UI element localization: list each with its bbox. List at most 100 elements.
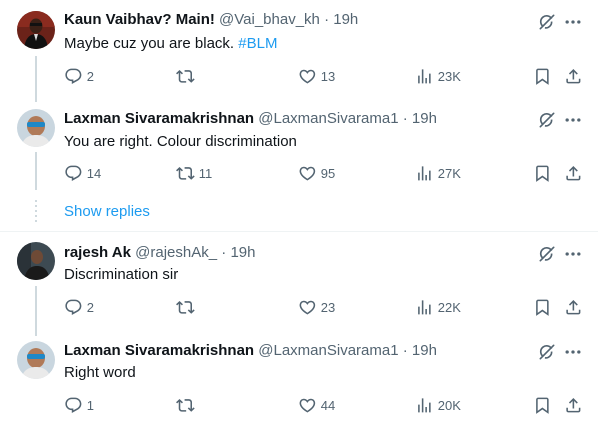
- more-icon[interactable]: [563, 12, 583, 32]
- tweet-header: Laxman Sivaramakrishnan @LaxmanSivarama1…: [64, 342, 437, 359]
- heart-icon: [298, 164, 317, 183]
- more-icon[interactable]: [563, 110, 583, 130]
- divider: [0, 231, 598, 232]
- tweet-text: Maybe cuz you are black. #BLM: [64, 35, 277, 52]
- bookmark-button[interactable]: [533, 395, 552, 415]
- like-button[interactable]: 13: [298, 66, 335, 86]
- separator-dot: ·: [402, 110, 408, 127]
- timestamp[interactable]: 19h: [333, 11, 358, 28]
- avatar[interactable]: [17, 109, 55, 147]
- hashtag-link[interactable]: #BLM: [238, 35, 277, 52]
- reply-icon: [64, 67, 83, 86]
- views-count: 20K: [437, 397, 461, 413]
- reply-icon: [64, 298, 83, 317]
- display-name[interactable]: rajesh Ak: [64, 244, 131, 261]
- share-button[interactable]: [564, 395, 583, 415]
- separator-dot: ·: [221, 244, 227, 261]
- retweet-button[interactable]: [176, 297, 199, 317]
- views-count: 22K: [437, 299, 461, 315]
- like-count: 13: [320, 68, 336, 84]
- thread-line: [35, 56, 37, 102]
- retweet-icon: [176, 396, 195, 415]
- grok-icon[interactable]: [537, 110, 557, 130]
- show-replies-link[interactable]: Show replies: [64, 203, 150, 220]
- bookmark-icon: [533, 164, 552, 183]
- heart-icon: [298, 298, 317, 317]
- views-icon: [415, 164, 434, 183]
- tweet-header: Laxman Sivaramakrishnan @LaxmanSivarama1…: [64, 110, 437, 127]
- timestamp[interactable]: 19h: [412, 110, 437, 127]
- thread-dotted-line: [35, 200, 37, 222]
- more-icon[interactable]: [563, 342, 583, 362]
- grok-icon[interactable]: [537, 244, 557, 264]
- share-icon: [564, 298, 583, 317]
- timestamp[interactable]: 19h: [412, 342, 437, 359]
- heart-icon: [298, 67, 317, 86]
- retweet-icon: [176, 298, 195, 317]
- grok-icon[interactable]: [537, 12, 557, 32]
- user-handle[interactable]: @rajeshAk_: [135, 244, 217, 261]
- reply-button[interactable]: 1: [64, 395, 94, 415]
- user-handle[interactable]: @LaxmanSivarama1: [258, 342, 398, 359]
- like-count: 23: [320, 299, 336, 315]
- views-count: 23K: [437, 68, 461, 84]
- heart-icon: [298, 396, 317, 415]
- reply-count: 14: [86, 165, 102, 181]
- timestamp[interactable]: 19h: [230, 244, 255, 261]
- action-bar: 1 44 20K: [64, 395, 584, 415]
- reply-button[interactable]: 2: [64, 66, 94, 86]
- share-button[interactable]: [564, 297, 583, 317]
- like-button[interactable]: 44: [298, 395, 335, 415]
- reply-count: 1: [86, 397, 94, 413]
- separator-dot: ·: [402, 342, 408, 359]
- thread-line: [35, 286, 37, 336]
- avatar[interactable]: [17, 11, 55, 49]
- retweet-button[interactable]: 11: [176, 163, 212, 183]
- grok-icon[interactable]: [537, 342, 557, 362]
- display-name[interactable]: Kaun Vaibhav? Main!: [64, 11, 215, 28]
- action-bar: 2 13 23K: [64, 66, 584, 86]
- views-count: 27K: [437, 165, 461, 181]
- share-icon: [564, 396, 583, 415]
- views-button[interactable]: 23K: [415, 66, 461, 86]
- tweet-body: You are right. Colour discrimination: [64, 133, 297, 150]
- tweet-text: You are right. Colour discrimination: [64, 133, 297, 150]
- share-button[interactable]: [564, 163, 583, 183]
- avatar[interactable]: [17, 341, 55, 379]
- views-icon: [415, 67, 434, 86]
- display-name[interactable]: Laxman Sivaramakrishnan: [64, 342, 254, 359]
- tweet-body: Discrimination sir: [64, 266, 179, 283]
- tweet-text: Right word: [64, 364, 136, 381]
- views-icon: [415, 396, 434, 415]
- share-icon: [564, 164, 583, 183]
- reply-button[interactable]: 2: [64, 297, 94, 317]
- reply-icon: [64, 164, 83, 183]
- tweet-text: Discrimination sir: [64, 266, 178, 283]
- display-name[interactable]: Laxman Sivaramakrishnan: [64, 110, 254, 127]
- views-button[interactable]: 22K: [415, 297, 461, 317]
- views-button[interactable]: 20K: [415, 395, 461, 415]
- bookmark-button[interactable]: [533, 66, 552, 86]
- bookmark-button[interactable]: [533, 163, 552, 183]
- share-button[interactable]: [564, 66, 583, 86]
- like-count: 44: [320, 397, 336, 413]
- user-handle[interactable]: @Vai_bhav_kh: [219, 11, 320, 28]
- action-bar: 2 23 22K: [64, 297, 584, 317]
- like-button[interactable]: 95: [298, 163, 335, 183]
- like-button[interactable]: 23: [298, 297, 335, 317]
- user-handle[interactable]: @LaxmanSivarama1: [258, 110, 398, 127]
- bookmark-icon: [533, 396, 552, 415]
- tweet-header: Kaun Vaibhav? Main! @Vai_bhav_kh · 19h: [64, 11, 358, 28]
- retweet-icon: [176, 164, 195, 183]
- more-icon[interactable]: [563, 244, 583, 264]
- tweet-body: Right word: [64, 364, 136, 381]
- retweet-icon: [176, 67, 195, 86]
- views-icon: [415, 298, 434, 317]
- retweet-button[interactable]: [176, 395, 199, 415]
- avatar[interactable]: [17, 242, 55, 280]
- tweet-header: rajesh Ak @rajeshAk_ · 19h: [64, 244, 255, 261]
- reply-button[interactable]: 14: [64, 163, 101, 183]
- views-button[interactable]: 27K: [415, 163, 461, 183]
- retweet-button[interactable]: [176, 66, 199, 86]
- bookmark-button[interactable]: [533, 297, 552, 317]
